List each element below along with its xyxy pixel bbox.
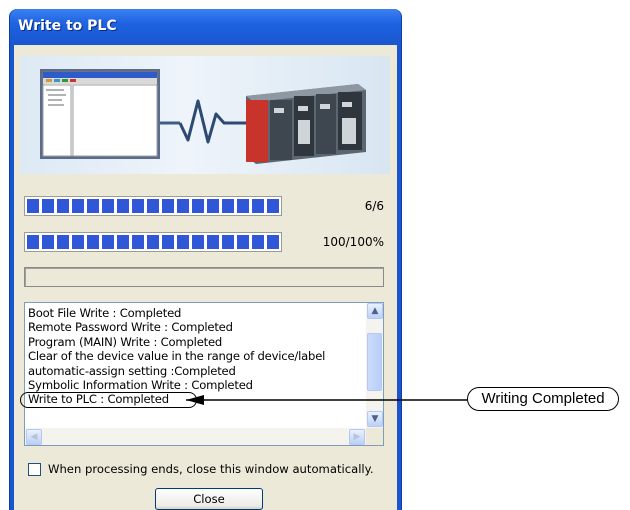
callout-arrow xyxy=(186,395,467,405)
writing-completed-callout: Writing Completed xyxy=(467,387,619,411)
